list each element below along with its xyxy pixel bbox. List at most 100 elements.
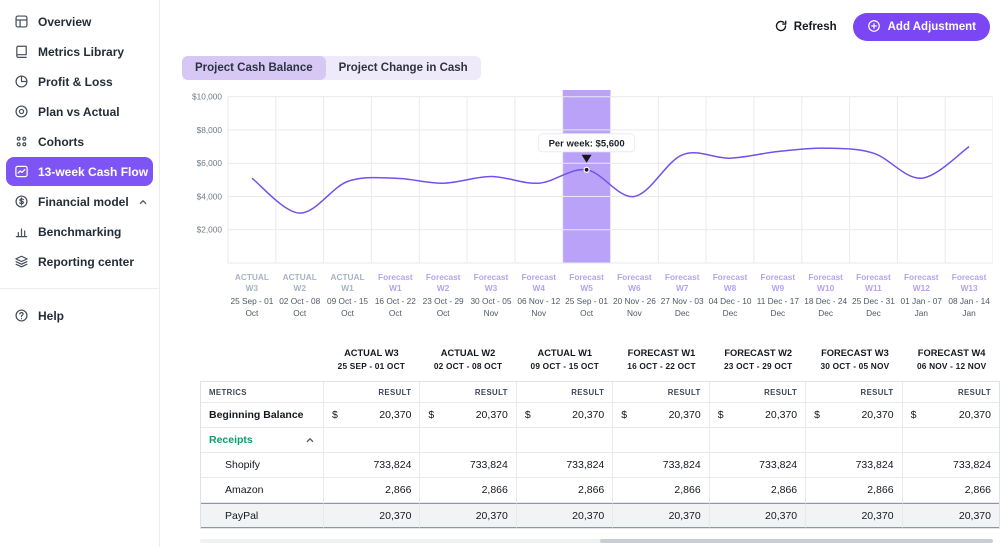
chevron-up-icon[interactable] [305, 435, 315, 445]
cell-shopify-forecast-w4[interactable]: 733,824 [902, 453, 999, 479]
sidebar-item-benchmarking[interactable]: Benchmarking [6, 217, 153, 246]
metrics-library-icon [14, 44, 29, 59]
cell-shopify-forecast-w3[interactable]: 733,824 [806, 453, 903, 479]
chevron-up-icon[interactable] [138, 197, 148, 207]
cell-beginning-balance-forecast-w4[interactable]: $20,370 [902, 403, 999, 429]
row-label-amazon[interactable]: Amazon [201, 478, 324, 504]
cell-shopify-forecast-w2[interactable]: 733,824 [709, 453, 807, 479]
cell-shopify-forecast-w1[interactable]: 733,824 [613, 453, 710, 479]
sidebar-divider [0, 288, 159, 289]
cell-paypal-forecast-w2[interactable]: 20,370 [709, 503, 807, 529]
week-dates: 11 Dec - 17 Dec [756, 296, 799, 318]
svg-text:$6,000: $6,000 [197, 158, 223, 168]
column-title: FORECAST W4 [917, 348, 986, 358]
cell-paypal-forecast-w4[interactable]: 20,370 [902, 503, 999, 529]
cash-balance-chart[interactable]: $10,000 $8,000 $6,000 $4,000 $2,000 Per week:… [180, 90, 993, 319]
refresh-label: Refresh [793, 21, 837, 33]
x-axis-label-actual-w1: ACTUAL W1 09 Oct - 15 Oct [324, 272, 372, 319]
sidebar-item-13-week-cash-flow[interactable]: 13-week Cash Flow [6, 157, 153, 186]
row-label-shopify[interactable]: Shopify [201, 453, 324, 479]
cell-receipts-forecast-w1[interactable] [613, 428, 710, 454]
cell-receipts-actual-w1[interactable] [516, 428, 614, 454]
sidebar-item-reporting-center[interactable]: Reporting center [6, 247, 153, 276]
cell-beginning-balance-actual-w3[interactable]: $20,370 [324, 403, 421, 429]
cell-paypal-actual-w1[interactable]: 20,370 [516, 503, 614, 529]
row-label-receipts[interactable]: Receipts [201, 428, 324, 454]
cell-shopify-actual-w1[interactable]: 733,824 [516, 453, 614, 479]
row-label-text: Receipts [209, 434, 253, 447]
cell-amazon-forecast-w2[interactable]: 2,866 [709, 478, 807, 504]
sidebar-item-help[interactable]: Help [6, 301, 153, 330]
cell-amazon-actual-w3[interactable]: 2,866 [324, 478, 421, 504]
cell-shopify-actual-w2[interactable]: 733,824 [420, 453, 517, 479]
sidebar-item-cohorts[interactable]: Cohorts [6, 127, 153, 156]
chart-plot-area[interactable]: $10,000 $8,000 $6,000 $4,000 $2,000 Per week:… [180, 90, 993, 266]
cohorts-icon [14, 134, 29, 149]
result-header-forecast-w3: RESULT [806, 382, 903, 404]
week-dates: 01 Jan - 07 Jan [900, 296, 943, 318]
column-header-forecast-w1: FORECAST W1 16 OCT - 22 OCT [613, 344, 710, 373]
topbar: Refresh Add Adjustment [774, 13, 990, 41]
sidebar-item-metrics-library[interactable]: Metrics Library [6, 37, 153, 66]
week-dates: 16 Oct - 22 Oct [374, 296, 416, 318]
result-header-forecast-w4: RESULT [902, 382, 999, 404]
chart-tabs: Project Cash Balance Project Change in Ca… [182, 56, 481, 80]
cell-beginning-balance-forecast-w3[interactable]: $20,370 [806, 403, 903, 429]
tab-project-cash-balance[interactable]: Project Cash Balance [182, 56, 326, 80]
cell-paypal-actual-w2[interactable]: 20,370 [420, 503, 517, 529]
cell-paypal-forecast-w1[interactable]: 20,370 [613, 503, 710, 529]
column-header-actual-w2: ACTUAL W2 02 OCT - 08 OCT [420, 344, 517, 373]
cell-beginning-balance-forecast-w1[interactable]: $20,370 [613, 403, 710, 429]
cell-receipts-forecast-w3[interactable] [806, 428, 903, 454]
benchmarking-icon [14, 224, 29, 239]
help-label: Help [38, 308, 65, 323]
chart-x-axis-labels: ACTUAL W3 25 Sep - 01 Oct ACTUAL W2 02 Oct … [228, 272, 993, 319]
cell-receipts-forecast-w2[interactable] [709, 428, 807, 454]
table-grid: METRICS RESULT RESULT RESULT RESULT RESULT RES… [200, 381, 1000, 530]
cell-amazon-actual-w1[interactable]: 2,866 [516, 478, 614, 504]
x-axis-label-forecast-w3: Forecast W3 30 Oct - 05 Nov [467, 272, 515, 319]
cell-paypal-actual-w3[interactable]: 20,370 [324, 503, 421, 529]
x-axis-label-forecast-w10: Forecast W10 18 Dec - 24 Dec [802, 272, 850, 319]
result-header-actual-w1: RESULT [516, 382, 614, 404]
row-label-text: Beginning Balance [209, 409, 304, 422]
sidebar-item-label: Cohorts [38, 134, 84, 149]
cell-value: 20,370 [668, 409, 701, 422]
cell-amazon-actual-w2[interactable]: 2,866 [420, 478, 517, 504]
column-subtitle: 06 NOV - 12 NOV [916, 361, 987, 372]
column-title: ACTUAL W3 [344, 348, 399, 358]
refresh-button[interactable]: Refresh [774, 19, 837, 36]
cell-paypal-forecast-w3[interactable]: 20,370 [806, 503, 903, 529]
sidebar-item-financial-model[interactable]: Financial model [6, 187, 153, 216]
cell-shopify-actual-w3[interactable]: 733,824 [324, 453, 421, 479]
cell-amazon-forecast-w1[interactable]: 2,866 [613, 478, 710, 504]
horizontal-scrollbar-thumb[interactable] [600, 539, 993, 543]
x-axis-label-forecast-w4: Forecast W4 06 Nov - 12 Nov [515, 272, 563, 319]
row-label-paypal[interactable]: PayPal [201, 503, 324, 529]
svg-text:$10,000: $10,000 [192, 92, 222, 102]
tab-project-change-in-cash[interactable]: Project Change in Cash [326, 56, 481, 80]
x-axis-label-forecast-w7: Forecast W7 27 Nov - 03 Dec [658, 272, 706, 319]
add-adjustment-button[interactable]: Add Adjustment [852, 13, 990, 41]
column-header-forecast-w3: FORECAST W3 30 OCT - 05 NOV [807, 344, 904, 373]
profit-loss-icon [14, 74, 29, 89]
cell-beginning-balance-actual-w2[interactable]: $20,370 [420, 403, 517, 429]
sidebar-nav: Overview Metrics Library Profit & Loss Plan… [0, 7, 159, 276]
sidebar-item-overview[interactable]: Overview [6, 7, 153, 36]
x-axis-label-actual-w3: ACTUAL W3 25 Sep - 01 Oct [228, 272, 276, 319]
row-label-beginning-balance[interactable]: Beginning Balance [201, 403, 324, 429]
column-title: FORECAST W2 [724, 348, 793, 358]
cell-receipts-forecast-w4[interactable] [902, 428, 999, 454]
cell-amazon-forecast-w3[interactable]: 2,866 [806, 478, 903, 504]
cell-beginning-balance-forecast-w2[interactable]: $20,370 [709, 403, 807, 429]
sidebar-item-profit-loss[interactable]: Profit & Loss [6, 67, 153, 96]
cell-receipts-actual-w3[interactable] [324, 428, 421, 454]
cell-amazon-forecast-w4[interactable]: 2,866 [902, 478, 999, 504]
cell-receipts-actual-w2[interactable] [420, 428, 517, 454]
row-label-text: PayPal [225, 509, 259, 522]
currency-symbol: $ [332, 409, 338, 422]
sidebar-item-plan-vs-actual[interactable]: Plan vs Actual [6, 97, 153, 126]
week-label: ACTUAL W2 [282, 272, 317, 294]
cell-beginning-balance-actual-w1[interactable]: $20,370 [516, 403, 614, 429]
week-dates: 30 Oct - 05 Nov [470, 296, 512, 318]
